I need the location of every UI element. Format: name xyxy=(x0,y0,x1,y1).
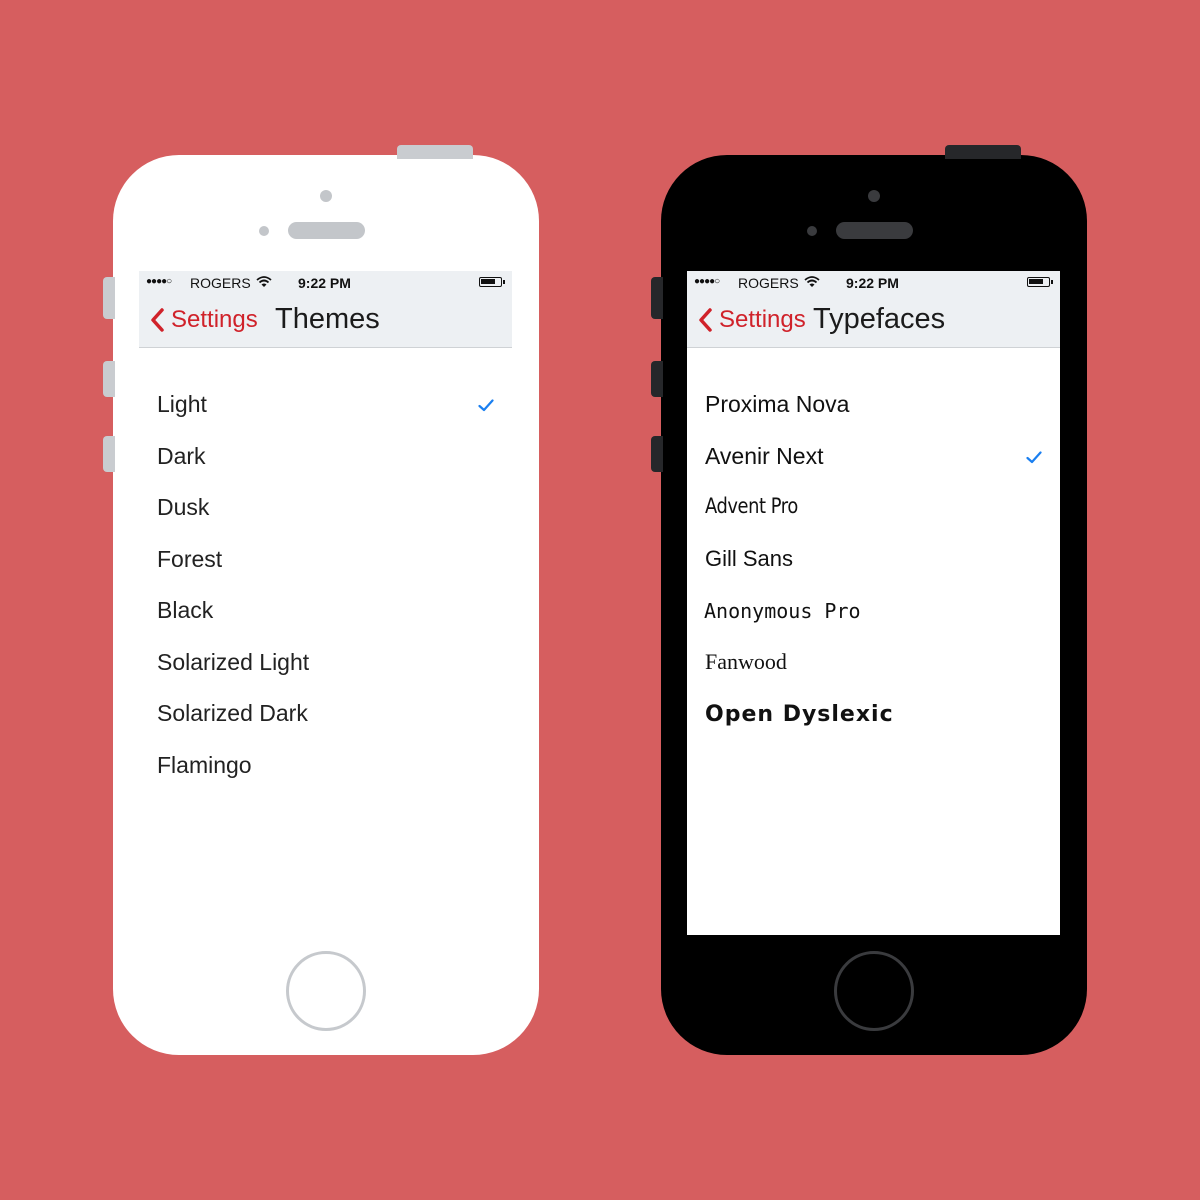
proximity-sensor xyxy=(807,226,817,236)
typefaces-list: Proxima Nova Avenir Next Advent Pro Gill… xyxy=(687,381,1060,742)
carrier-name: ROGERS xyxy=(738,275,799,291)
themes-screen: ●●●●○ ROGERS 9:22 PM Settings Themes Lig… xyxy=(139,271,512,935)
navigation-bar: Settings Typefaces xyxy=(687,295,1060,348)
black-phone: ●●●●○ ROGERS 9:22 PM Settings Typefaces … xyxy=(651,145,1087,1055)
power-button xyxy=(397,145,473,159)
page-title: Themes xyxy=(275,303,380,335)
theme-label: Forest xyxy=(157,545,223,572)
theme-label: Solarized Dark xyxy=(157,700,308,726)
signal-strength-icon: ●●●●○ xyxy=(694,276,720,287)
earpiece-speaker xyxy=(836,222,913,239)
volume-up-button xyxy=(103,361,115,397)
carrier-name: ROGERS xyxy=(190,275,251,291)
checkmark-icon xyxy=(1026,450,1042,463)
typeface-label: Open Dyslexic xyxy=(705,702,894,727)
theme-label: Black xyxy=(157,597,214,623)
theme-label: Dark xyxy=(157,442,206,469)
battery-icon xyxy=(1027,277,1053,287)
theme-label: Solarized Light xyxy=(157,648,310,675)
home-button xyxy=(834,951,914,1031)
status-bar: ●●●●○ ROGERS 9:22 PM xyxy=(687,271,1060,295)
theme-label: Flamingo xyxy=(157,751,252,778)
checkmark-icon xyxy=(478,399,494,412)
typeface-row-proxima-nova[interactable]: Proxima Nova xyxy=(687,381,1060,433)
front-camera xyxy=(868,190,880,202)
mute-switch xyxy=(651,277,663,319)
typeface-label: Avenir Next xyxy=(705,442,824,469)
theme-row-solarized-dark[interactable]: Solarized Dark xyxy=(139,690,512,742)
volume-down-button xyxy=(651,436,663,472)
typeface-label: Proxima Nova xyxy=(705,391,850,417)
proximity-sensor xyxy=(259,226,269,236)
theme-row-black[interactable]: Black xyxy=(139,587,512,639)
typeface-label: Fanwood xyxy=(705,648,787,674)
theme-label: Dusk xyxy=(157,494,210,520)
clock: 9:22 PM xyxy=(846,275,899,291)
back-chevron-icon[interactable] xyxy=(697,307,715,333)
back-button[interactable]: Settings xyxy=(171,306,258,334)
power-button xyxy=(945,145,1021,159)
theme-label: Light xyxy=(157,391,207,417)
status-bar: ●●●●○ ROGERS 9:22 PM xyxy=(139,271,512,295)
wifi-icon xyxy=(804,276,820,287)
battery-icon xyxy=(479,277,505,287)
typeface-label: Anonymous Pro xyxy=(704,599,861,623)
typeface-label: Gill Sans xyxy=(705,545,794,571)
typeface-row-advent-pro[interactable]: Advent Pro xyxy=(687,484,1060,536)
volume-up-button xyxy=(651,361,663,397)
front-camera xyxy=(320,190,332,202)
home-button xyxy=(286,951,366,1031)
typeface-row-open-dyslexic[interactable]: Open Dyslexic xyxy=(687,690,1060,742)
theme-row-light[interactable]: Light xyxy=(139,381,512,433)
mute-switch xyxy=(103,277,115,319)
theme-row-solarized-light[interactable]: Solarized Light xyxy=(139,639,512,691)
earpiece-speaker xyxy=(288,222,365,239)
typeface-row-gill-sans[interactable]: Gill Sans xyxy=(687,536,1060,588)
theme-row-forest[interactable]: Forest xyxy=(139,536,512,588)
typefaces-screen: ●●●●○ ROGERS 9:22 PM Settings Typefaces … xyxy=(687,271,1060,935)
clock: 9:22 PM xyxy=(298,275,351,291)
theme-row-dusk[interactable]: Dusk xyxy=(139,484,512,536)
typeface-row-anonymous-pro[interactable]: Anonymous Pro xyxy=(687,587,1060,639)
wifi-icon xyxy=(256,276,272,287)
theme-row-flamingo[interactable]: Flamingo xyxy=(139,742,512,794)
volume-down-button xyxy=(103,436,115,472)
theme-row-dark[interactable]: Dark xyxy=(139,433,512,485)
back-button[interactable]: Settings xyxy=(719,306,806,334)
white-phone: ●●●●○ ROGERS 9:22 PM Settings Themes Lig… xyxy=(103,145,539,1055)
page-title: Typefaces xyxy=(813,303,946,335)
typeface-label: Advent Pro xyxy=(705,494,798,518)
back-chevron-icon[interactable] xyxy=(149,307,167,333)
themes-list: Light Dark Dusk Forest Black Solarized L… xyxy=(139,381,512,793)
typeface-row-fanwood[interactable]: Fanwood xyxy=(687,639,1060,691)
navigation-bar: Settings Themes xyxy=(139,295,512,348)
signal-strength-icon: ●●●●○ xyxy=(146,276,172,287)
typeface-row-avenir-next[interactable]: Avenir Next xyxy=(687,433,1060,485)
